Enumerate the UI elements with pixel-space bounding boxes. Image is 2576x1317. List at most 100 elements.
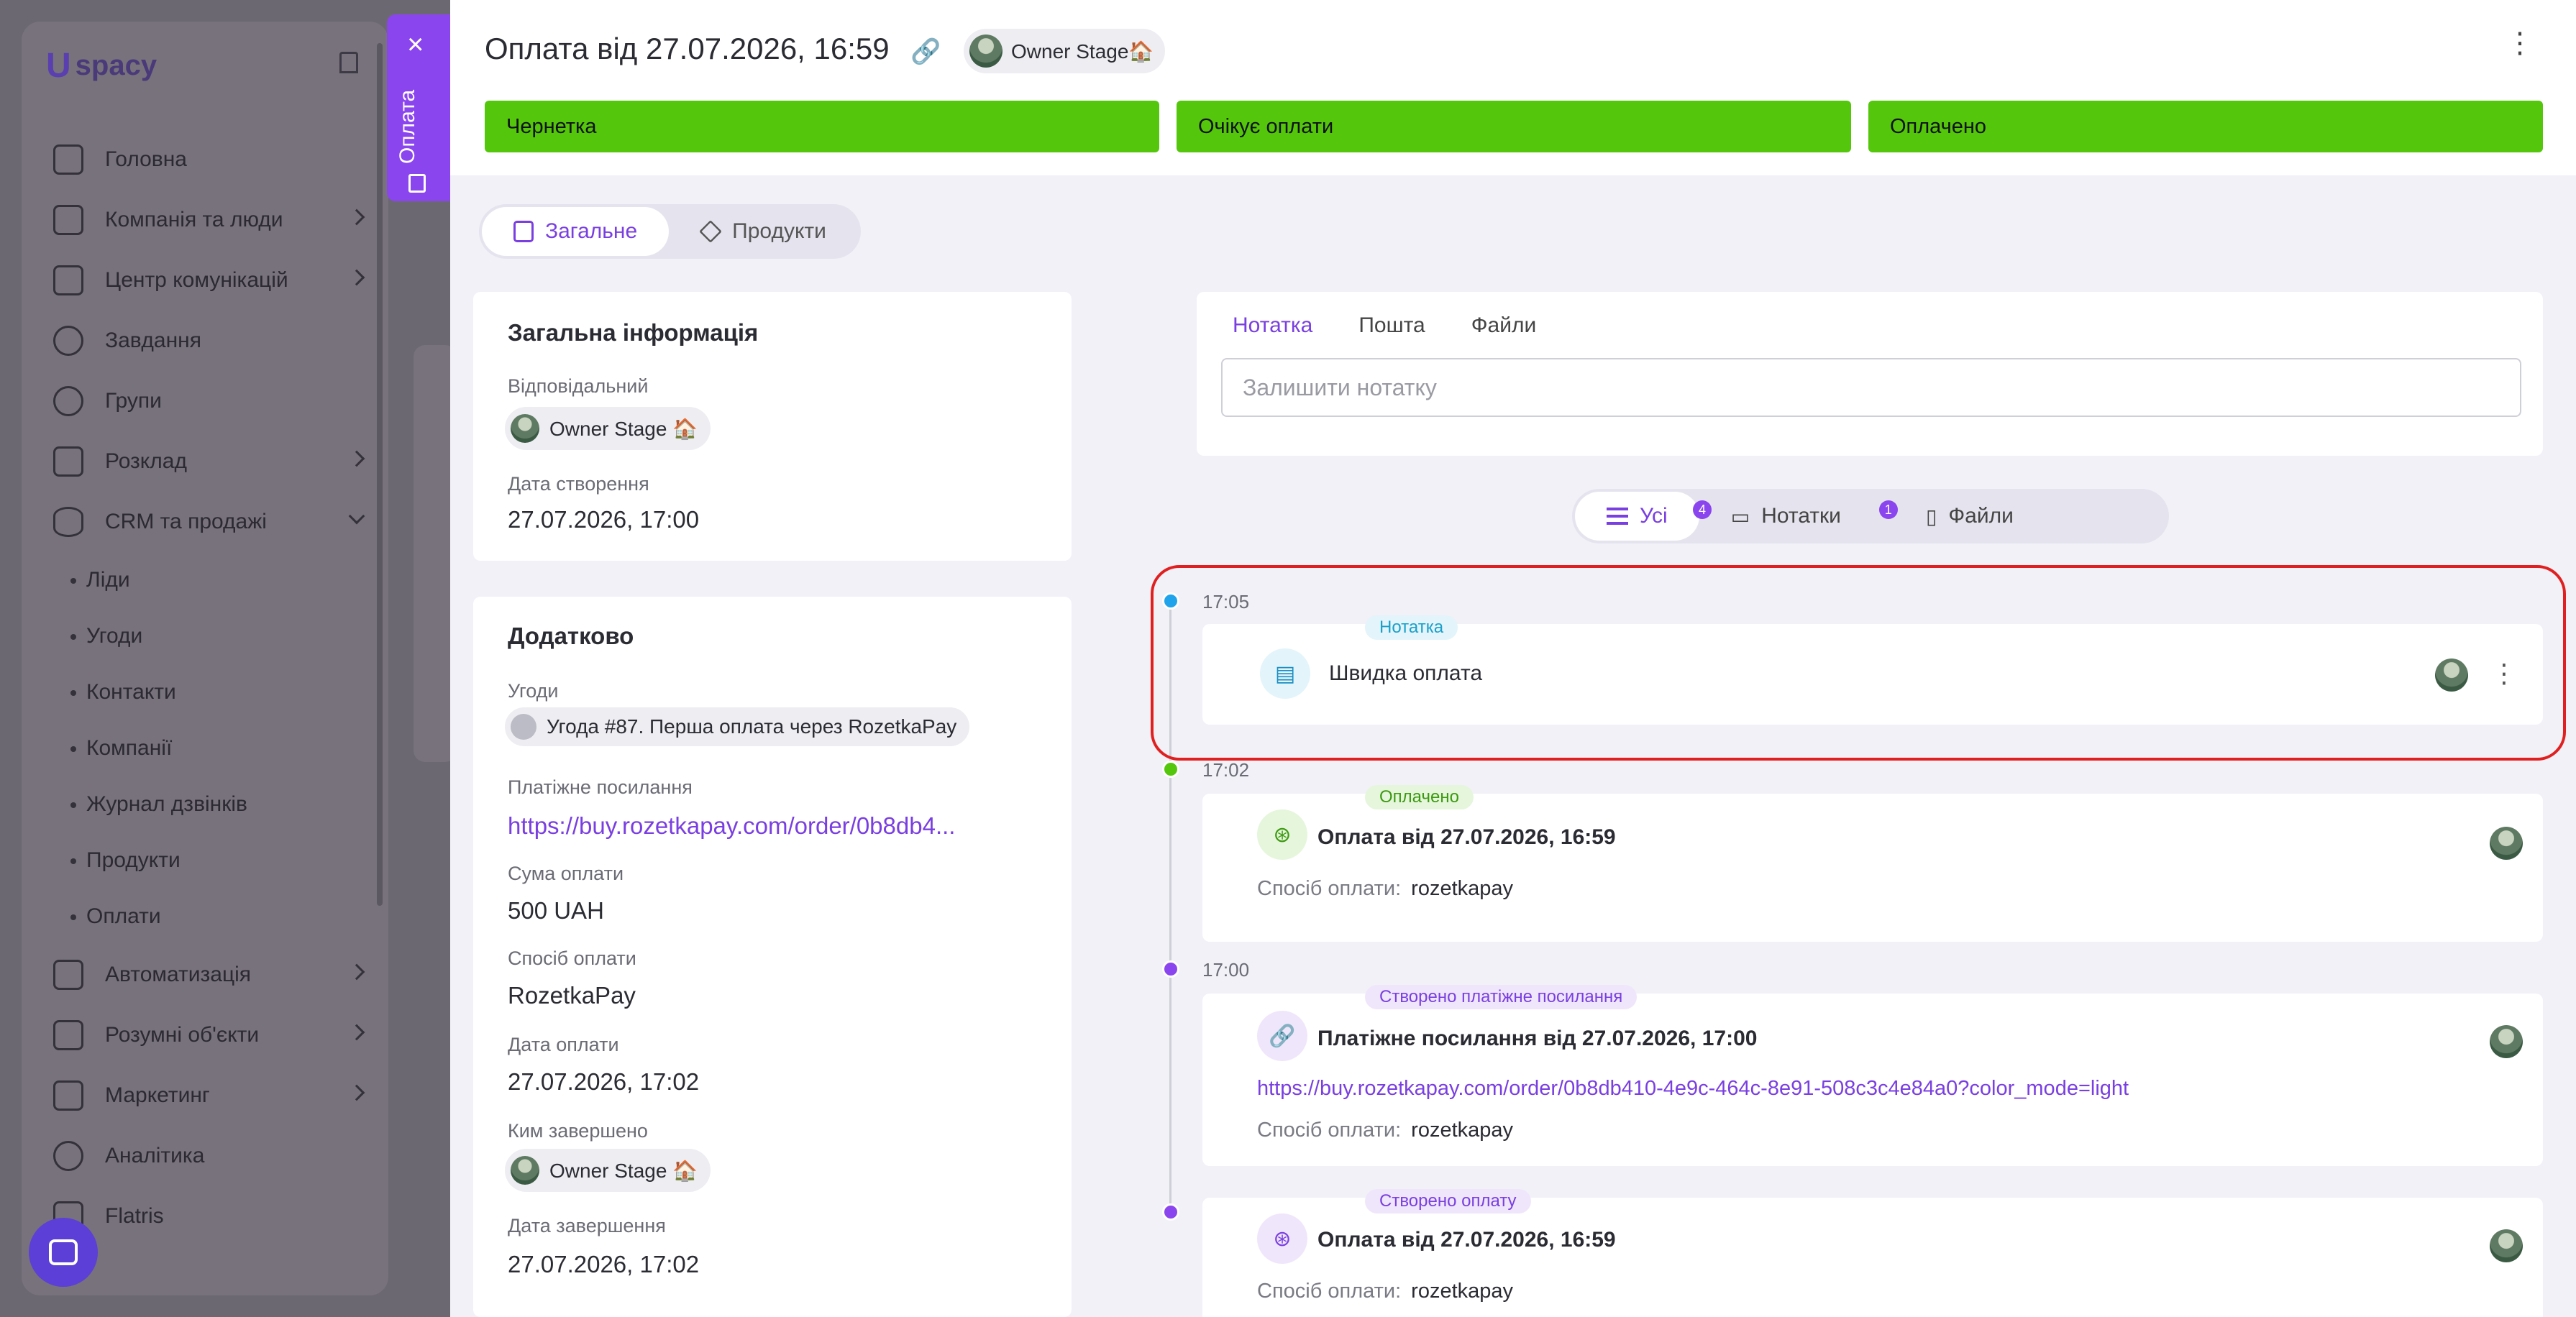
timeline-dot [1162, 960, 1179, 978]
check-circle-icon [53, 326, 83, 356]
sidebar-subitem-payments[interactable]: Оплати [53, 889, 362, 945]
sidebar-item-smart-objects[interactable]: Розумні об'єкти [53, 1005, 365, 1065]
stage-awaiting-payment[interactable]: Очікує оплати [1177, 101, 1851, 152]
link-icon: 🔗 [1257, 1011, 1307, 1061]
owner-chip[interactable]: Owner Stage🏠 [964, 29, 1166, 73]
page-title: Оплата від 27.07.2026, 16:59 [485, 32, 890, 65]
extra-info-card: Додатково Угоди Угода #87. Перша оплата … [473, 597, 1072, 1317]
sidebar-item-flatris[interactable]: Flatris [53, 1186, 362, 1247]
chat-icon [53, 265, 83, 295]
avatar [969, 35, 1002, 68]
sidebar-item-schedule[interactable]: Розклад [53, 431, 365, 492]
database-icon [53, 507, 83, 537]
document-icon [513, 221, 534, 242]
field-label: Дата створення [508, 473, 649, 495]
tab-general[interactable]: Загальне [482, 207, 670, 256]
sidebar-item-marketing[interactable]: Маркетинг [53, 1065, 365, 1126]
timeline-entry[interactable]: ⊛ Оплата від 27.07.2026, 16:59 Спосіб оп… [1202, 794, 2543, 942]
sidebar-subitem-deals[interactable]: Угоди [53, 608, 362, 664]
link-icon[interactable]: 🔗 [910, 37, 941, 66]
sidebar-subitem-products[interactable]: Продукти [53, 832, 362, 889]
stage-draft[interactable]: Чернетка [485, 101, 1159, 152]
field-label: Платіжне посилання [508, 776, 693, 798]
close-icon[interactable]: × [407, 30, 424, 59]
card-title: Додатково [508, 623, 634, 649]
payment-icon: ⊛ [1257, 809, 1307, 860]
sidebar-item-company[interactable]: Компанія та люди [53, 190, 365, 250]
sidebar-subitem-contacts[interactable]: Контакти [53, 664, 362, 720]
detail-tabs: Загальне Продукти [479, 204, 861, 259]
payment-method: RozetkaPay [508, 982, 636, 1009]
sidebar-scrollbar[interactable] [377, 43, 383, 906]
lightning-icon [53, 960, 83, 990]
payment-link[interactable]: https://buy.rozetkapay.com/order/0b8db4.… [508, 812, 955, 840]
sidebar-item-communications[interactable]: Центр комунікацій [53, 250, 365, 311]
timeline-filter: Усі 4 ▭ Нотатки 1 ▯ Файли [1572, 489, 2169, 543]
timeline-entry[interactable]: 🔗 Платіжне посилання від 27.07.2026, 17:… [1202, 994, 2543, 1166]
timeline-entry[interactable]: ⊛ Оплата від 27.07.2026, 16:59 Спосіб оп… [1202, 1198, 2543, 1317]
chevron-right-icon [348, 1084, 365, 1101]
field-label: Сума оплати [508, 863, 624, 884]
chevron-right-icon [348, 269, 365, 286]
chevron-right-icon [348, 450, 365, 467]
responsible-chip[interactable]: Owner Stage 🏠 [505, 407, 711, 450]
more-vertical-icon[interactable]: ⋮ [2506, 29, 2534, 58]
payment-icon: ⊛ [1257, 1213, 1307, 1264]
deal-icon [511, 714, 536, 740]
sidebar-item-automation[interactable]: Автоматизація [53, 945, 365, 1005]
sidebar-item-home[interactable]: Головна [53, 129, 362, 190]
side-tab-label: Оплата [396, 89, 419, 164]
timeline-dot [1162, 1203, 1179, 1221]
card-title: Загальна інформація [508, 319, 759, 346]
entry-meta: Спосіб оплати: rozetkapay [1257, 877, 1514, 900]
sidebar-item-analytics[interactable]: Аналітика [53, 1126, 362, 1186]
sidebar-subitem-leads[interactable]: Ліди [53, 552, 362, 608]
field-label: Ким завершено [508, 1120, 648, 1142]
general-info-card: Загальна інформація Відповідальний Owner… [473, 292, 1072, 561]
note-input[interactable]: Залишити нотатку [1221, 358, 2521, 417]
comment-icon: ▭ [1730, 505, 1750, 528]
avatar [2490, 1229, 2523, 1262]
sidebar-item-tasks[interactable]: Завдання [53, 311, 362, 371]
side-tab[interactable]: × Оплата [387, 14, 450, 201]
sidebar-item-crm[interactable]: CRM та продажі [53, 492, 365, 552]
tab-products[interactable]: Продукти [669, 207, 858, 256]
entry-title: Платіжне посилання від 27.07.2026, 17:00 [1317, 1027, 1758, 1050]
completed-date: 27.07.2026, 17:02 [508, 1251, 700, 1277]
entry-type-badge: Створено платіжне посилання [1365, 985, 1638, 1009]
entry-title: Оплата від 27.07.2026, 16:59 [1317, 1228, 1616, 1252]
timeline-time: 17:00 [1202, 959, 1250, 981]
sidebar-nav: Головна Компанія та люди Центр комунікац… [53, 129, 365, 1247]
sidebar-subitem-call-log[interactable]: Журнал дзвінків [53, 776, 362, 832]
filter-notes[interactable]: ▭ Нотатки 1 [1699, 492, 1898, 541]
payment-amount: 500 UAH [508, 897, 604, 924]
box-icon [699, 220, 723, 243]
note-composer: Нотатка Пошта Файли Залишити нотатку [1197, 292, 2543, 456]
sidebar-item-groups[interactable]: Групи [53, 371, 362, 431]
filter-all[interactable]: Усі 4 [1575, 492, 1712, 541]
chevron-right-icon [348, 1024, 365, 1041]
filter-files[interactable]: ▯ Файли [1894, 492, 2045, 541]
chat-bubble-icon [49, 1239, 78, 1265]
stage-paid[interactable]: Оплачено [1868, 101, 2543, 152]
list-icon [1607, 508, 1628, 525]
calendar-icon [53, 446, 83, 477]
created-date: 27.07.2026, 17:00 [508, 506, 700, 533]
panel-header: Оплата від 27.07.2026, 16:59 🔗 Owner Sta… [450, 0, 2576, 175]
tab-mail[interactable]: Пошта [1358, 313, 1425, 338]
payment-link[interactable]: https://buy.rozetkapay.com/order/0b8db41… [1257, 1077, 2129, 1101]
tab-note[interactable]: Нотатка [1233, 313, 1312, 338]
entry-meta: Спосіб оплати: rozetkapay [1257, 1119, 1514, 1142]
entry-title: Оплата від 27.07.2026, 16:59 [1317, 825, 1616, 849]
note-tabs: Нотатка Пошта Файли [1233, 313, 1536, 338]
deal-chip[interactable]: Угода #87. Перша оплата через RozetkaPay [505, 707, 970, 746]
completed-by-chip[interactable]: Owner Stage 🏠 [505, 1149, 711, 1192]
pin-icon[interactable] [339, 52, 358, 73]
support-chat-button[interactable] [29, 1218, 98, 1287]
sidebar-subitem-companies[interactable]: Компанії [53, 720, 362, 776]
paperclip-icon: ▯ [1925, 505, 1937, 528]
building-icon [53, 205, 83, 235]
chevron-right-icon [348, 963, 365, 981]
field-label: Дата завершення [508, 1215, 666, 1236]
tab-files[interactable]: Файли [1471, 313, 1537, 338]
